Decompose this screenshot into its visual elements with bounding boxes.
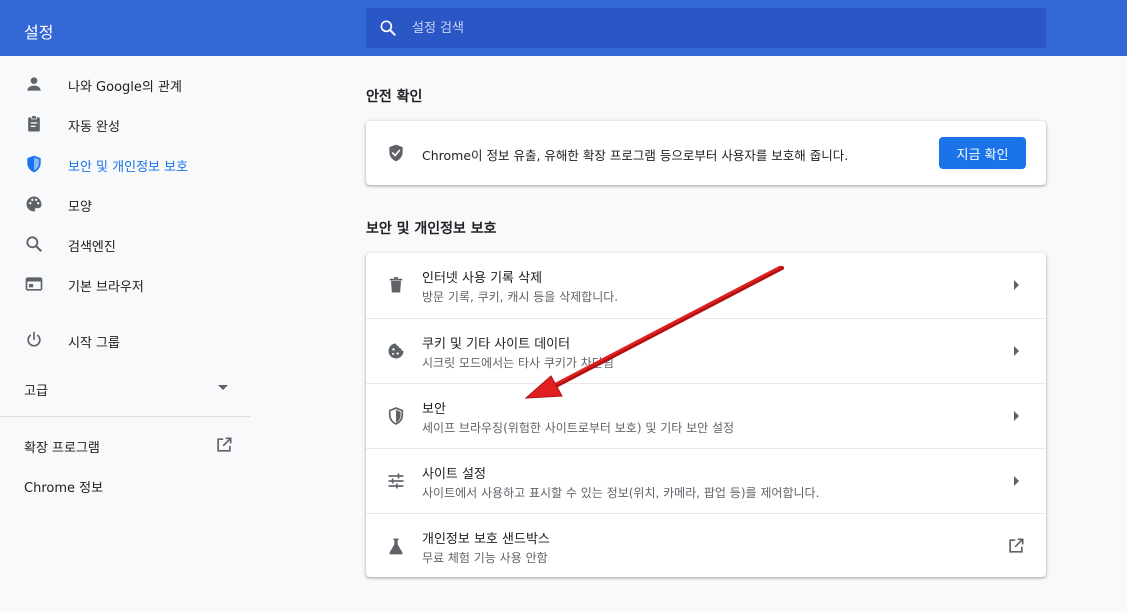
chevron-right-icon — [1014, 346, 1019, 356]
row-title: 보안 — [422, 402, 446, 417]
safety-check-description: Chrome이 정보 유출, 유해한 확장 프로그램 등으로부터 사용자를 보호… — [422, 148, 849, 163]
caret-down-icon — [218, 385, 228, 390]
about-chrome-link[interactable]: Chrome 정보 — [0, 466, 250, 504]
trash-icon — [389, 277, 403, 293]
row-subtitle: 시크릿 모드에서는 타사 쿠키가 차단됨 — [422, 356, 614, 370]
cookies-row[interactable]: 쿠키 및 기타 사이트 데이터 시크릿 모드에서는 타사 쿠키가 차단됨 — [366, 318, 1046, 383]
sidebar-item-you-and-google[interactable]: 나와 Google의 관계 — [0, 64, 250, 104]
privacy-sandbox-row[interactable]: 개인정보 보호 샌드박스 무료 체험 기능 사용 안함 — [366, 513, 1046, 578]
open-in-new-icon — [217, 437, 232, 452]
row-title: 개인정보 보호 샌드박스 — [422, 532, 550, 547]
about-chrome-label: Chrome 정보 — [24, 481, 104, 496]
security-row[interactable]: 보안 세이프 브라우징(위험한 사이트로부터 보호) 및 기타 보안 설정 — [366, 383, 1046, 448]
search-box[interactable] — [366, 8, 1046, 48]
top-bar: 설정 — [0, 0, 1127, 56]
extensions-label: 확장 프로그램 — [24, 441, 100, 456]
sidebar-item-label: 검색엔진 — [68, 240, 116, 255]
sidebar: 나와 Google의 관계 자동 완성 보안 및 개인정보 보호 모양 검색엔진… — [0, 56, 250, 613]
power-icon — [27, 331, 41, 347]
site-settings-row[interactable]: 사이트 설정 사이트에서 사용하고 표시할 수 있는 정보(위치, 카메라, 팝… — [366, 448, 1046, 513]
tune-icon — [388, 473, 404, 489]
sidebar-item-label: 보안 및 개인정보 보호 — [68, 160, 189, 175]
sidebar-item-on-startup[interactable]: 시작 그룹 — [0, 320, 250, 360]
privacy-section-title: 보안 및 개인정보 보호 — [366, 221, 497, 237]
shield-check-icon — [389, 144, 403, 162]
page-title: 설정 — [24, 23, 54, 42]
row-title: 쿠키 및 기타 사이트 데이터 — [422, 337, 571, 352]
advanced-label: 고급 — [24, 384, 48, 399]
shield-outline-icon — [388, 407, 404, 425]
sidebar-item-appearance[interactable]: 모양 — [0, 184, 250, 224]
safety-check-title: 안전 확인 — [366, 89, 423, 105]
open-in-new-icon — [1009, 538, 1024, 553]
sidebar-item-label: 시작 그룹 — [68, 336, 120, 351]
row-subtitle: 사이트에서 사용하고 표시할 수 있는 정보(위치, 카메라, 팝업 등)를 제… — [422, 486, 820, 500]
safety-check-card: Chrome이 정보 유출, 유해한 확장 프로그램 등으로부터 사용자를 보호… — [366, 121, 1046, 185]
person-icon — [27, 77, 41, 91]
check-now-button[interactable]: 지금 확인 — [939, 137, 1026, 169]
clear-browsing-data-row[interactable]: 인터넷 사용 기록 삭제 방문 기록, 쿠키, 캐시 등을 삭제합니다. — [366, 253, 1046, 318]
sidebar-item-search-engine[interactable]: 검색엔진 — [0, 224, 250, 264]
row-subtitle: 방문 기록, 쿠키, 캐시 등을 삭제합니다. — [422, 290, 619, 304]
search-icon — [380, 20, 396, 36]
sidebar-item-default-browser[interactable]: 기본 브라우저 — [0, 264, 250, 304]
row-subtitle: 세이프 브라우징(위험한 사이트로부터 보호) 및 기타 보안 설정 — [422, 421, 735, 435]
row-subtitle: 무료 체험 기능 사용 안함 — [422, 551, 548, 565]
sidebar-item-label: 자동 완성 — [68, 120, 120, 135]
row-title: 인터넷 사용 기록 삭제 — [422, 271, 543, 286]
browser-window-icon — [25, 277, 43, 291]
extensions-link[interactable]: 확장 프로그램 — [0, 426, 250, 464]
chevron-right-icon — [1014, 411, 1019, 421]
search-icon — [26, 236, 42, 252]
sidebar-item-label: 나와 Google의 관계 — [68, 80, 182, 95]
chevron-right-icon — [1014, 476, 1019, 486]
sidebar-item-privacy-security[interactable]: 보안 및 개인정보 보호 — [0, 144, 250, 184]
clipboard-icon — [28, 115, 40, 132]
flask-icon — [389, 538, 403, 555]
cookie-icon — [388, 343, 404, 359]
shield-icon — [27, 155, 41, 173]
sidebar-item-label: 기본 브라우저 — [68, 280, 144, 295]
sidebar-divider — [0, 416, 250, 417]
sidebar-item-label: 모양 — [68, 200, 92, 215]
row-title: 사이트 설정 — [422, 467, 486, 482]
sidebar-item-autofill[interactable]: 자동 완성 — [0, 104, 250, 144]
advanced-toggle[interactable]: 고급 — [0, 368, 250, 408]
chevron-right-icon — [1014, 280, 1019, 290]
privacy-card: 인터넷 사용 기록 삭제 방문 기록, 쿠키, 캐시 등을 삭제합니다. 쿠키 … — [366, 253, 1046, 577]
palette-icon — [26, 196, 42, 212]
search-input[interactable] — [412, 8, 1032, 48]
